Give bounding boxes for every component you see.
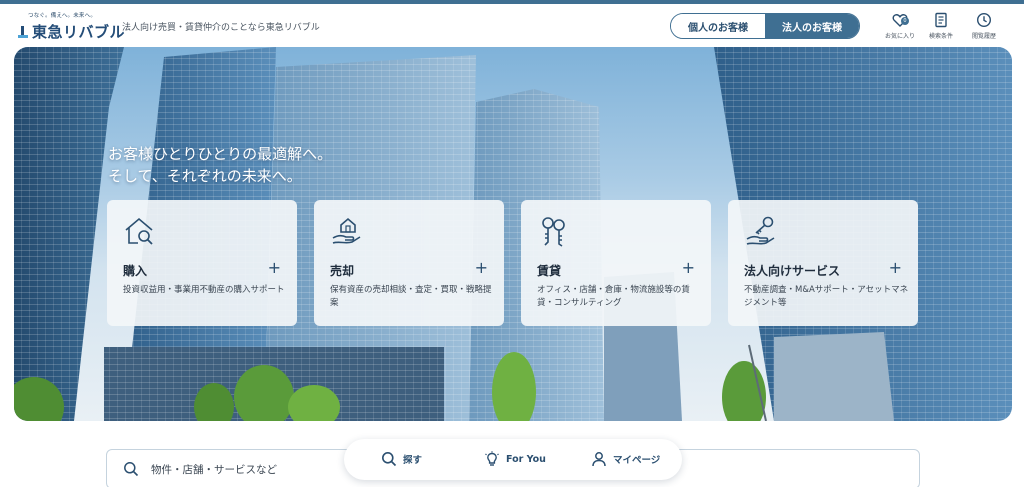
history-button[interactable]: 閲覧履歴 (964, 12, 1004, 44)
key-hand-icon (746, 216, 775, 245)
sale-card[interactable]: 売却 + 保有資産の売却相談・査定・買取・戦略提案 (314, 200, 504, 326)
clock-icon (976, 12, 992, 28)
hero-headline-line2: そして、それぞれの未来へ。 (108, 167, 302, 185)
sale-card-description: 保有資産の売却相談・査定・買取・戦略提案 (330, 285, 492, 308)
purchase-card-description: 投資収益用・事業用不動産の購入サポート (123, 285, 285, 295)
individual-customer-tab[interactable]: 個人のお客様 (671, 14, 765, 38)
purchase-card-title: 購入 (123, 264, 148, 278)
customer-type-toggle: 個人のお客様 法人のお客様 (670, 13, 860, 39)
sale-card-title: 売却 (330, 264, 355, 278)
rental-card-title: 賃貸 (537, 264, 562, 278)
search-conditions-label: 検索条件 (928, 33, 953, 40)
bottom-nav: 探す For You マイページ (344, 439, 682, 480)
corporate-services-card-description: 不動産調査・M&Aサポート・アセットマネジメント等 (744, 285, 909, 308)
hero-banner: お客様ひとりひとりの最適解へ。 そして、それぞれの未来へ。 購入 + 投資収益用… (14, 47, 1012, 421)
person-icon (592, 452, 606, 467)
nav-for-you-button[interactable]: For You (484, 451, 546, 467)
document-icon (935, 12, 947, 28)
house-hand-icon (332, 217, 361, 244)
hero-headline: お客様ひとりひとりの最適解へ。 そして、それぞれの未来へ。 (108, 143, 332, 187)
nav-mypage-button[interactable]: マイページ (591, 451, 660, 467)
search-icon (124, 462, 139, 477)
favorites-button[interactable]: 0 お気に入り (880, 12, 920, 44)
logo-name: 東急リバブル (32, 23, 126, 41)
history-label: 閲覧履歴 (971, 33, 996, 40)
nav-mypage-label: マイページ (613, 455, 661, 466)
logo-tagline: つなぐ。備えへ。未来へ。 (28, 13, 97, 19)
search-icon (382, 452, 397, 467)
nav-search-label: 探す (403, 455, 423, 466)
nav-for-you-label: For You (506, 453, 546, 465)
keys-icon (542, 217, 565, 247)
corporate-services-card[interactable]: 法人向けサービス + 不動産調査・M&Aサポート・アセットマネジメント等 (728, 200, 918, 326)
favorites-count-badge: 0 (901, 17, 909, 25)
logo-mark-icon (18, 26, 28, 38)
search-input[interactable]: 物件・店舗・サービスなど (151, 462, 277, 477)
plus-icon: + (474, 258, 488, 277)
rental-card[interactable]: 賃貸 + オフィス・店舗・倉庫・物流施設等の賃貸・コンサルティング (521, 200, 711, 326)
hero-headline-line1: お客様ひとりひとりの最適解へ。 (108, 145, 333, 163)
house-search-icon (125, 217, 153, 245)
rental-card-description: オフィス・店舗・倉庫・物流施設等の賃貸・コンサルティング (537, 285, 690, 308)
search-conditions-button[interactable]: 検索条件 (921, 12, 961, 44)
purchase-card[interactable]: 購入 + 投資収益用・事業用不動産の購入サポート (107, 200, 297, 326)
plus-icon: + (681, 258, 695, 277)
logo[interactable]: つなぐ。備えへ。未来へ。 東急リバブル (18, 11, 125, 43)
header-description: 法人向け売買・賃貸仲介のことなら東急リバブル (122, 23, 320, 33)
plus-icon: + (888, 258, 902, 277)
favorites-label: お気に入り (884, 33, 915, 40)
lightbulb-icon (485, 451, 499, 466)
plus-icon: + (267, 258, 281, 277)
corporate-customer-tab[interactable]: 法人のお客様 (765, 14, 859, 38)
corporate-services-card-title: 法人向けサービス (744, 264, 841, 278)
site-header: つなぐ。備えへ。未来へ。 東急リバブル 法人向け売買・賃貸仲介のことなら東急リバ… (0, 4, 1024, 46)
nav-search-button[interactable]: 探す (381, 451, 422, 467)
